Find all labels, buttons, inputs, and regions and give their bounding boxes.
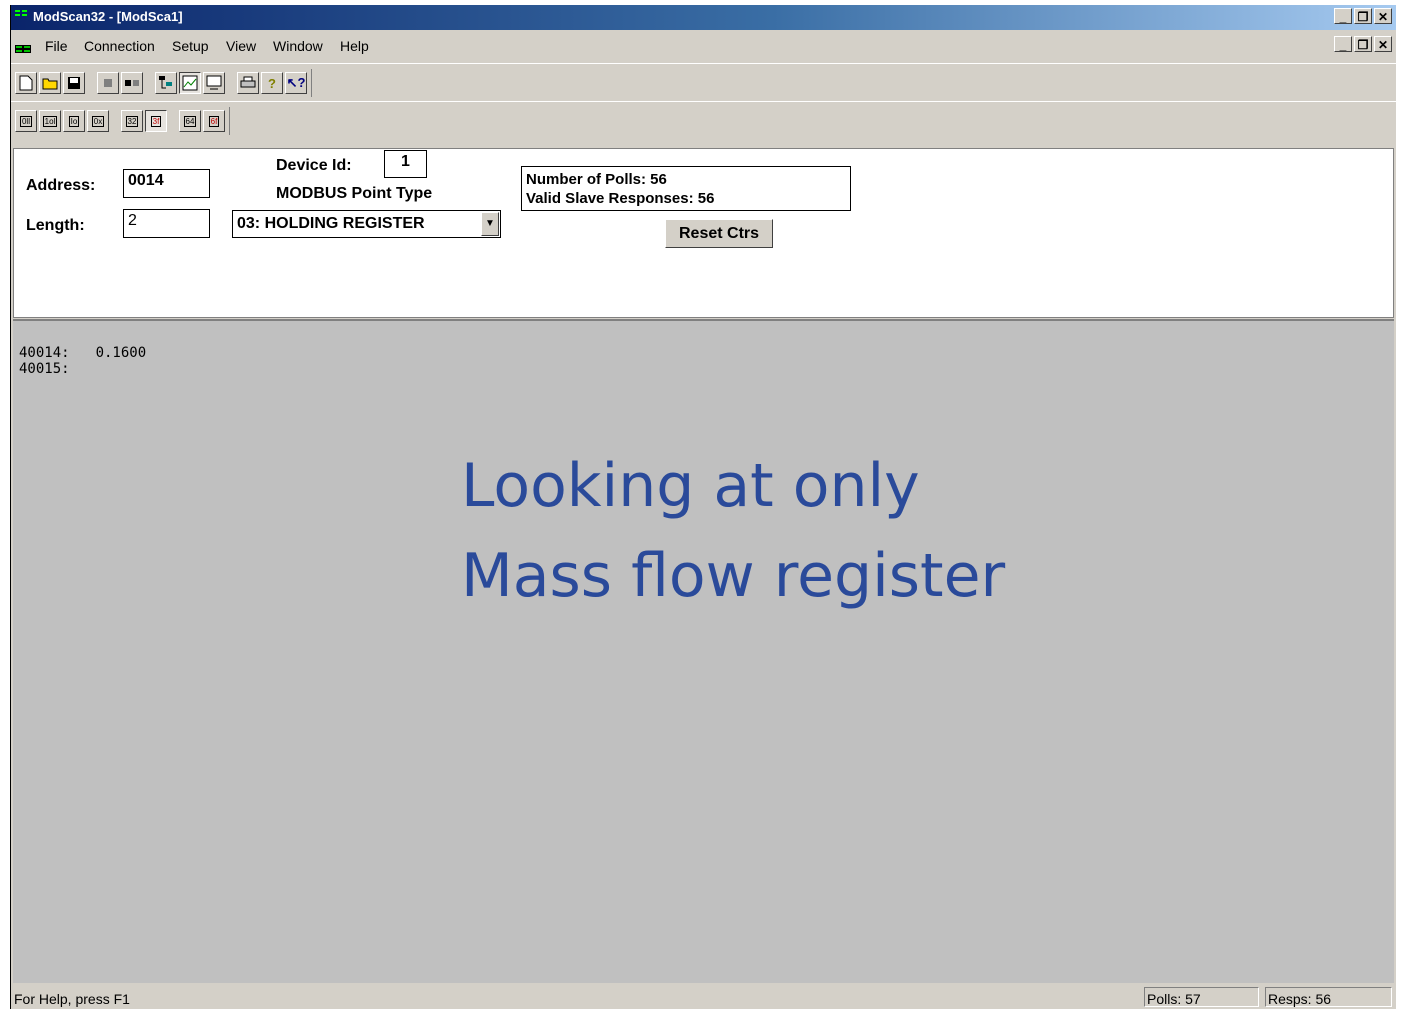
menu-help[interactable]: Help	[340, 38, 369, 54]
save-button[interactable]	[63, 72, 85, 94]
connect-button[interactable]	[97, 72, 119, 94]
new-file-button[interactable]	[15, 72, 37, 94]
length-label: Length:	[26, 217, 85, 234]
monitor-icon	[206, 75, 222, 90]
close-icon: ✕	[1377, 38, 1389, 52]
close-button[interactable]: ✕	[1374, 8, 1392, 24]
restore-button[interactable]: ❐	[1354, 8, 1372, 24]
disconnect-button[interactable]	[121, 72, 143, 94]
minimize-icon: _	[1339, 10, 1347, 24]
printer-icon	[240, 76, 256, 88]
print-button[interactable]	[237, 72, 259, 94]
menu-bar: File Connection Setup View Window Help _…	[11, 30, 1396, 62]
format-hex-button[interactable]: 0x	[87, 110, 109, 132]
new-file-icon	[19, 75, 33, 91]
tree-icon	[159, 76, 172, 89]
context-help-button[interactable]: ↖?	[285, 72, 307, 94]
trend-button[interactable]	[179, 72, 201, 94]
title-bar[interactable]: ModScan32 - [ModSca1] _ ❐ ✕	[11, 5, 1396, 30]
question-icon: ?	[268, 75, 276, 91]
settings-panel: Address: 0014 Length: 2 Device Id: 1 MOD…	[13, 148, 1394, 318]
register-address: 40014:	[19, 345, 70, 361]
format-double-swapped-button[interactable]: 6f	[203, 110, 225, 132]
menu-window[interactable]: Window	[273, 38, 323, 54]
status-bar: For Help, press F1 Polls: 57 Resps: 56	[11, 985, 1396, 1009]
menu-connection[interactable]: Connection	[84, 38, 155, 54]
reset-counters-button[interactable]: Reset Ctrs	[665, 219, 773, 248]
register-address: 40015:	[19, 361, 70, 377]
chevron-down-icon[interactable]: ▼	[481, 212, 499, 236]
status-help-text: For Help, press F1	[14, 991, 130, 1007]
format-integer-button[interactable]: Io	[63, 110, 85, 132]
address-label: Address:	[26, 177, 96, 194]
integer-format-icon: Io	[68, 115, 80, 127]
plug-icon	[104, 79, 112, 87]
window-controls: _ ❐ ✕	[1334, 8, 1392, 24]
register-value: 0.1600	[95, 345, 147, 361]
folder-icon	[42, 78, 58, 90]
chart-icon	[182, 75, 198, 91]
monitor-button[interactable]	[203, 72, 225, 94]
window-title: ModScan32 - [ModSca1]	[33, 9, 183, 24]
format-double-button[interactable]: 64	[179, 110, 201, 132]
length-input[interactable]: 2	[123, 209, 210, 238]
annotation-line-2: Mass flow register	[461, 541, 1006, 611]
display-options-button[interactable]	[155, 72, 177, 94]
address-input[interactable]: 0014	[123, 169, 210, 198]
format-float-swapped-button[interactable]: 3f	[145, 110, 167, 132]
pointer-help-icon: ↖?	[286, 75, 306, 90]
menu-file[interactable]: File	[45, 38, 68, 54]
status-responses: Resps: 56	[1265, 987, 1392, 1007]
responses-count: Valid Slave Responses: 56	[526, 190, 715, 207]
register-row[interactable]: 40014: 0.1600	[19, 345, 146, 361]
format-float-button[interactable]: 32	[121, 110, 143, 132]
doc-minimize-button[interactable]: _	[1334, 36, 1352, 52]
restore-icon: ❐	[1357, 38, 1369, 52]
poll-counters: Number of Polls: 56 Valid Slave Response…	[521, 166, 851, 211]
register-row[interactable]: 40015:	[19, 361, 70, 377]
point-type-value: 03: HOLDING REGISTER	[237, 215, 425, 232]
unplug-icon	[125, 80, 139, 86]
save-icon	[68, 77, 80, 89]
document-icon[interactable]	[15, 45, 31, 53]
doc-close-button[interactable]: ✕	[1374, 36, 1392, 52]
device-id-input[interactable]: 1	[384, 150, 427, 178]
device-id-label: Device Id:	[276, 157, 352, 174]
app-icon	[15, 10, 27, 16]
close-icon: ✕	[1377, 10, 1389, 24]
menu-setup[interactable]: Setup	[172, 38, 209, 54]
polls-count: Number of Polls: 56	[526, 171, 667, 188]
point-type-select[interactable]: 03: HOLDING REGISTER ▼	[232, 210, 501, 238]
about-button[interactable]: ?	[261, 72, 283, 94]
minimize-button[interactable]: _	[1334, 8, 1352, 24]
main-toolbar: ? ↖?	[11, 63, 1396, 100]
document-window-controls: _ ❐ ✕	[1334, 36, 1392, 52]
double-format-icon: 64	[183, 115, 197, 127]
decimal-format-icon: 1ol	[42, 115, 58, 127]
open-button[interactable]	[39, 72, 61, 94]
hex-format-icon: 0x	[91, 115, 105, 127]
menu-view[interactable]: View	[226, 38, 256, 54]
status-polls: Polls: 57	[1144, 987, 1259, 1007]
binary-format-icon: 0ll	[19, 115, 32, 127]
annotation-text: Looking at only Mass flow register	[461, 441, 1005, 621]
annotation-line-1: Looking at only	[461, 451, 920, 521]
float-swapped-format-icon: 3f	[150, 115, 162, 127]
format-toolbar: 0ll 1ol Io 0x 32 3f 64 6f	[11, 101, 1396, 138]
minimize-icon: _	[1339, 38, 1347, 52]
format-binary-button[interactable]: 0ll	[15, 110, 37, 132]
app-window: ModScan32 - [ModSca1] _ ❐ ✕ File Connect…	[10, 5, 1396, 1009]
restore-icon: ❐	[1357, 10, 1369, 24]
doc-restore-button[interactable]: ❐	[1354, 36, 1372, 52]
format-decimal-button[interactable]: 1ol	[39, 110, 61, 132]
float-format-icon: 32	[125, 115, 139, 127]
register-display: 40014: 0.1600 40015: Looking at only Mass…	[13, 319, 1394, 983]
point-type-label: MODBUS Point Type	[276, 185, 433, 202]
double-swapped-format-icon: 6f	[208, 115, 220, 127]
